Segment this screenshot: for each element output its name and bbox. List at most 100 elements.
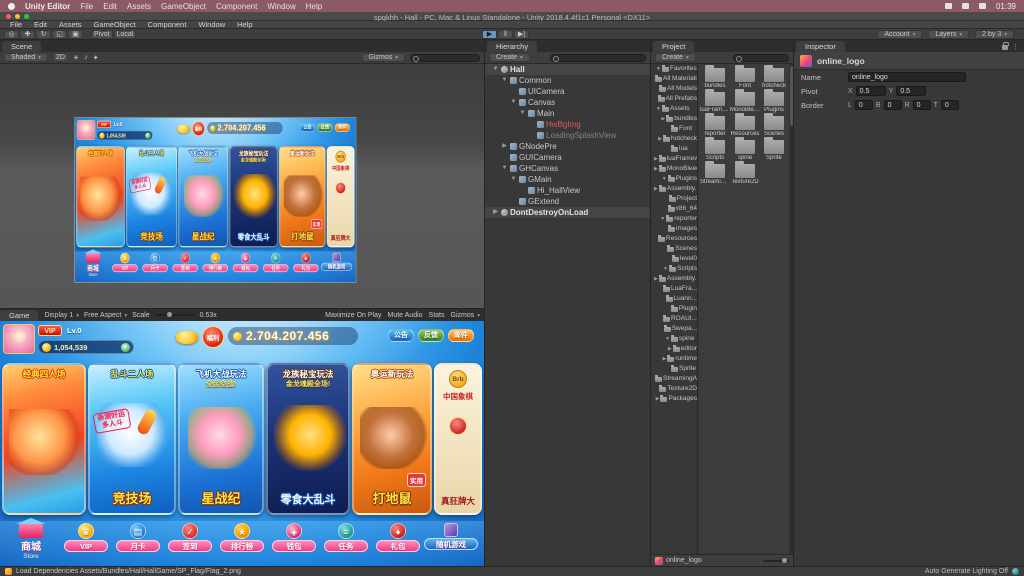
lobby-menu-button[interactable]: ♦ 礼包 (374, 523, 422, 552)
pause-button[interactable]: ‖ (498, 30, 513, 39)
expand-arrow-icon[interactable]: ▶ (662, 354, 666, 364)
display-dropdown[interactable]: Display 1 (44, 312, 79, 319)
project-tree-row[interactable]: ▼ Assets (651, 104, 697, 114)
play-button[interactable]: ▶ (482, 30, 497, 39)
project-tree-row[interactable]: Font (651, 124, 697, 134)
asset-folder[interactable]: MonoBleedin... (730, 92, 760, 113)
lobby-menu-button[interactable]: ★ 排行榜 (201, 253, 229, 272)
tab-scene[interactable]: Scene (2, 41, 41, 52)
expand-arrow-icon[interactable]: ▼ (656, 104, 661, 114)
hierarchy-row[interactable]: LoadingSplashView (485, 130, 650, 141)
thumbnail-size-slider[interactable] (763, 560, 789, 562)
stats-toggle[interactable]: Stats (429, 312, 445, 319)
project-tree-row[interactable]: ▼ Favorites (651, 64, 697, 74)
scale-tool-button[interactable]: ◱ (52, 30, 67, 39)
random-game-button[interactable]: 随机游戏 (320, 253, 354, 271)
store-button[interactable]: 商城 Store (4, 523, 58, 560)
project-tree-row[interactable]: Scenes (651, 244, 697, 254)
game-card[interactable]: 经典四人场 (76, 146, 125, 247)
macos-menu-item[interactable]: File (80, 2, 93, 11)
local-toggle-button[interactable]: Local (114, 30, 137, 39)
project-tree-row[interactable]: ▼ reporter (651, 214, 697, 224)
asset-folder[interactable]: hotcheck (760, 68, 788, 89)
maximize-on-play-toggle[interactable]: Maximize On Play (325, 312, 381, 319)
expand-arrow-icon[interactable]: ▶ (661, 114, 665, 124)
lobby-menu-button[interactable]: ◈ 钱包 (270, 523, 318, 552)
feedback-button[interactable]: 反馈 (418, 329, 444, 342)
expand-arrow-icon[interactable]: ▶ (654, 154, 658, 164)
lobby-menu-button[interactable]: ▤ 月卡 (141, 253, 169, 272)
project-tree-row[interactable]: ▶ hotcheck (651, 134, 697, 144)
project-tree-row[interactable]: ▼ Plugins (651, 174, 697, 184)
add-coins-button[interactable]: + (145, 132, 150, 138)
hierarchy-row[interactable]: ▼ Canvas (485, 97, 650, 108)
2d-toggle-button[interactable]: 2D (53, 53, 68, 62)
hierarchy-row[interactable]: UICamera (485, 86, 650, 97)
expand-arrow-icon[interactable]: ▼ (660, 214, 665, 224)
hierarchy-search-input[interactable] (550, 54, 646, 62)
scene-gizmos-dropdown[interactable]: Gizmos (362, 53, 406, 62)
unity-menu-item[interactable]: File (10, 20, 22, 29)
player-avatar[interactable] (77, 120, 96, 140)
activity-icon[interactable] (1012, 568, 1019, 575)
bonus-button[interactable]: 福利 (202, 326, 224, 348)
project-search-input[interactable] (733, 54, 789, 62)
project-tree-row[interactable]: ▼ Scripts (651, 264, 697, 274)
unity-menu-item[interactable]: Help (237, 20, 252, 29)
menubar-clock[interactable]: 01:39 (996, 2, 1016, 11)
game-card[interactable]: 龙族秘宝玩法 金龙魂殿全场! 零食大乱斗 (229, 146, 278, 247)
tab-inspector[interactable]: Inspector (796, 41, 845, 52)
border-t-field[interactable]: 0 (941, 100, 959, 110)
project-tree-row[interactable]: ROAUI... (651, 314, 697, 324)
macos-app-menu[interactable]: Unity Editor (25, 2, 70, 11)
account-dropdown[interactable]: Account (877, 30, 922, 39)
game-gizmos-dropdown[interactable]: Gizmos (451, 312, 481, 319)
asset-folder[interactable]: Plugins (760, 92, 788, 113)
mute-audio-toggle[interactable]: Mute Audio (388, 312, 423, 319)
project-tree-row[interactable]: Project (651, 194, 697, 204)
asset-folder[interactable]: spine (730, 140, 760, 161)
hierarchy-create-dropdown[interactable]: Create (489, 53, 530, 62)
pivot-y-field[interactable]: 0.5 (896, 86, 926, 96)
project-tree-row[interactable]: All Models (651, 84, 697, 94)
coin-balance-bar[interactable]: 1,054,539 + (38, 340, 134, 354)
project-create-dropdown[interactable]: Create (655, 53, 696, 62)
macos-menu-item[interactable]: Component (216, 2, 257, 11)
expand-arrow-icon[interactable]: ▼ (656, 64, 661, 74)
project-tree-row[interactable]: ▶ runtime (651, 354, 697, 364)
lobby-menu-button[interactable]: ✓ 签到 (171, 253, 199, 272)
asset-folder[interactable]: reporter (700, 116, 730, 137)
hierarchy-row[interactable]: ▼ Hall (485, 64, 650, 75)
project-tree-row[interactable]: All Materials (651, 74, 697, 84)
aspect-dropdown[interactable]: Free Aspect (84, 312, 127, 319)
expand-arrow-icon[interactable]: ▼ (663, 264, 668, 274)
mail-button[interactable]: 邮件 (448, 329, 474, 342)
project-tree-row[interactable]: All Prefabs (651, 94, 697, 104)
lobby-menu-button[interactable]: ♛ VIP (62, 523, 110, 552)
layers-dropdown[interactable]: Layers (928, 30, 969, 39)
lighting-toggle-icon[interactable]: ☀ (73, 54, 79, 62)
asset-folder[interactable]: bundles (700, 68, 730, 89)
project-tree-row[interactable]: Resources (651, 234, 697, 244)
rect-tool-button[interactable]: ▣ (68, 30, 83, 39)
project-tree-row[interactable]: StreamingAs... (651, 374, 697, 384)
hierarchy-row[interactable]: ▼ GMain (485, 174, 650, 185)
lock-icon[interactable] (1002, 45, 1008, 50)
game-card[interactable]: 龙族秘宝玩法 金龙魂殿全场! 零食大乱斗 (266, 363, 350, 515)
project-tree-row[interactable]: ▶ Assembly... (651, 274, 697, 284)
expand-arrow-icon[interactable]: ▼ (510, 174, 517, 185)
game-card[interactable]: 中国象棋 Brb 真狂牌大 (327, 146, 355, 247)
tab-project[interactable]: Project (653, 41, 694, 52)
lobby-menu-button[interactable]: ✓ 签到 (166, 523, 214, 552)
macos-menu-item[interactable]: Help (306, 2, 322, 11)
game-card[interactable]: 飞机大战玩法 全民空战! 星战纪 (178, 363, 264, 515)
bonus-button[interactable]: 福利 (192, 121, 205, 136)
expand-arrow-icon[interactable]: ▶ (654, 184, 658, 194)
project-tree-row[interactable]: ▼ spine (651, 334, 697, 344)
border-b-field[interactable]: 0 (884, 100, 902, 110)
project-tree-row[interactable]: LuaFra... (651, 284, 697, 294)
notice-button[interactable]: 公告 (300, 123, 315, 132)
hierarchy-row[interactable]: ▼ Common (485, 75, 650, 86)
project-tree-row[interactable]: Plugin (651, 304, 697, 314)
coin-balance-bar[interactable]: 1,054,539 + (97, 131, 153, 140)
